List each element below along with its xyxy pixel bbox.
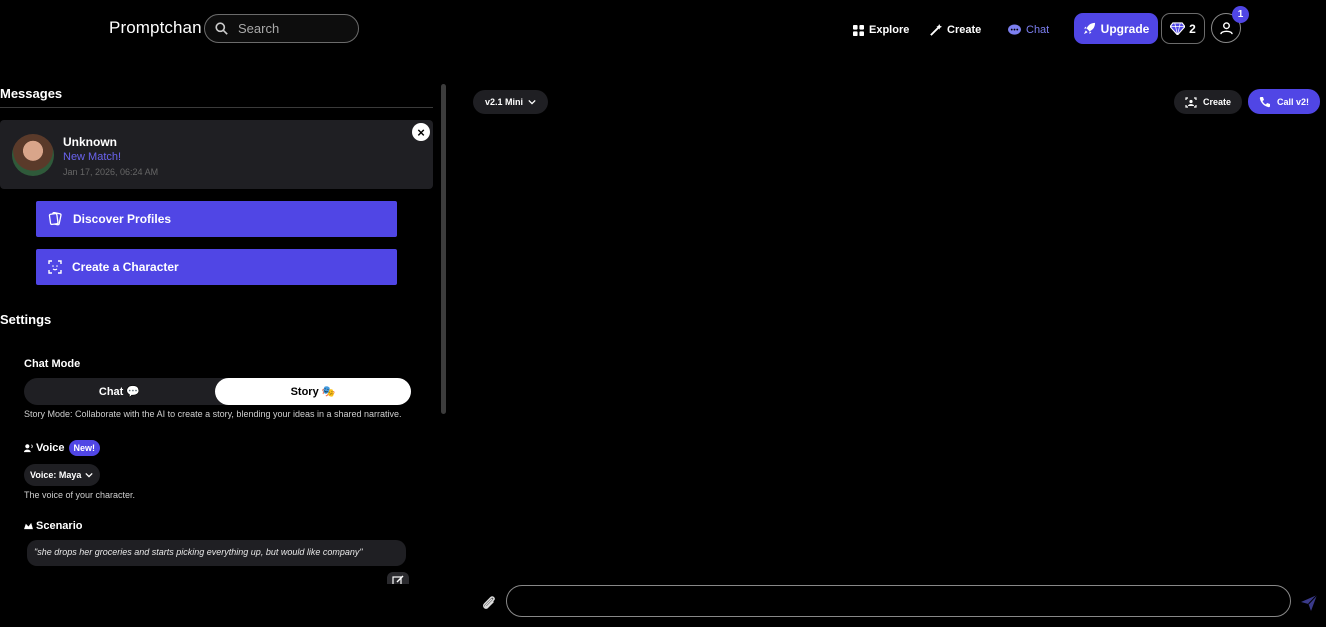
gems-counter[interactable]: 2 [1161, 13, 1205, 44]
match-timestamp: Jan 17, 2026, 06:24 AM [63, 167, 159, 177]
chat-bubble-icon [1008, 24, 1021, 35]
nav-chat-label: Chat [1026, 24, 1050, 36]
message-input[interactable] [506, 585, 1291, 617]
match-name: Unknown [63, 135, 117, 149]
match-status: New Match! [63, 151, 122, 163]
cards-icon [48, 212, 62, 226]
model-selected: v2.1 Mini [484, 97, 523, 107]
magic-wand-icon [930, 23, 942, 36]
nav-chat[interactable]: Chat [1008, 22, 1049, 38]
send-icon[interactable] [1300, 594, 1318, 612]
close-match-button[interactable]: × [412, 123, 430, 141]
diamond-icon [1170, 22, 1186, 35]
nav-create-label: Create [947, 24, 982, 36]
search-input[interactable] [236, 20, 346, 37]
grid-icon [853, 24, 864, 36]
discover-profiles-button[interactable]: Discover Profiles [36, 201, 397, 237]
gem-count: 2 [1189, 21, 1196, 36]
voice-label: Voice [36, 442, 65, 454]
notification-badge: 1 [1232, 6, 1249, 23]
voice-dropdown[interactable]: Voice: Maya [24, 464, 100, 486]
scenario-text[interactable]: "she drops her groceries and starts pick… [27, 540, 406, 566]
mode-option-story[interactable]: Story 🎭 [215, 378, 411, 405]
phone-icon [1259, 96, 1270, 107]
voice-icon [24, 444, 33, 453]
model-dropdown[interactable]: v2.1 Mini [473, 90, 548, 114]
edit-scenario-button[interactable] [387, 572, 409, 584]
chat-mode-hint: Story Mode: Collaborate with the AI to c… [24, 409, 402, 419]
match-card[interactable]: Unknown New Match! Jan 17, 2026, 06:24 A… [0, 120, 433, 189]
voice-hint: The voice of your character. [24, 490, 136, 500]
scene-icon [24, 522, 33, 530]
rocket-icon [1083, 22, 1095, 35]
call-button[interactable]: Call v2! [1248, 89, 1320, 114]
settings-heading: Settings [0, 312, 52, 327]
image-frame-icon [1185, 96, 1197, 108]
chevron-down-icon [528, 99, 536, 105]
voice-selected: Voice: Maya [30, 470, 82, 480]
nav-create[interactable]: Create [929, 22, 981, 38]
search-icon [215, 22, 228, 35]
user-icon [1219, 21, 1233, 34]
messages-heading: Messages [0, 86, 63, 101]
edit-icon [392, 575, 404, 584]
nav-explore-label: Explore [869, 24, 910, 36]
chevron-down-icon [85, 472, 94, 478]
scenario-label: Scenario [36, 520, 83, 532]
scrollbar-thumb[interactable] [441, 84, 446, 414]
create-image-button[interactable]: Create [1174, 90, 1242, 114]
search-bar[interactable] [204, 14, 359, 43]
voice-heading: Voice New! [24, 440, 101, 456]
upgrade-label: Upgrade [1100, 21, 1150, 36]
create-character-label: Create a Character [72, 260, 179, 274]
close-icon: × [417, 124, 425, 140]
create-character-button[interactable]: Create a Character [36, 249, 397, 285]
mode-option-chat[interactable]: Chat 💬 [24, 378, 215, 405]
create-label: Create [1202, 97, 1231, 107]
face-scan-icon [48, 260, 62, 274]
upgrade-button[interactable]: Upgrade [1074, 13, 1158, 44]
app-logo[interactable]: Promptchan [109, 18, 202, 38]
call-label: Call v2! [1276, 96, 1309, 107]
discover-profiles-label: Discover Profiles [73, 212, 172, 226]
avatar [12, 134, 54, 176]
new-badge: New! [68, 440, 101, 456]
paperclip-icon[interactable] [480, 594, 498, 612]
chat-mode-label: Chat Mode [24, 358, 81, 370]
scenario-heading: Scenario [24, 520, 82, 532]
nav-explore[interactable]: Explore [853, 22, 909, 38]
chat-mode-toggle: Chat 💬 Story 🎭 [24, 378, 411, 405]
messages-divider [0, 107, 433, 108]
